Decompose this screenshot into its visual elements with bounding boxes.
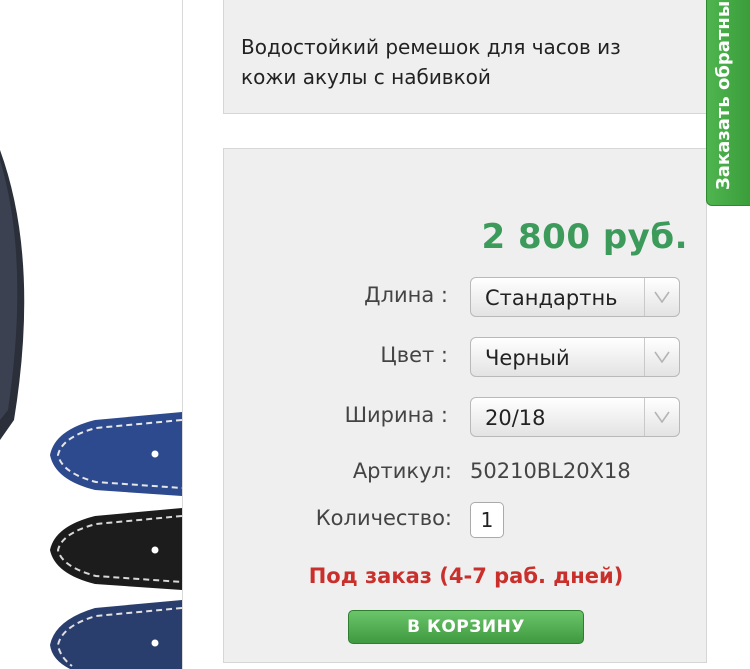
- width-select-value: 20/18: [485, 406, 546, 430]
- product-price: 2 800 руб.: [481, 217, 688, 257]
- length-select-value: Стандартнь: [485, 286, 618, 310]
- callback-request-tab[interactable]: Заказать обратный звонок: [706, 0, 750, 206]
- chevron-down-icon[interactable]: [644, 338, 679, 376]
- quantity-input[interactable]: 1: [470, 502, 504, 538]
- length-label: Длина :: [364, 283, 448, 307]
- strap-illustration: [0, 150, 182, 669]
- callback-tab-label: Заказать обратный звонок: [713, 0, 734, 190]
- strap-navy: [50, 600, 182, 669]
- chevron-down-icon[interactable]: [644, 398, 679, 436]
- order-panel: 2 800 руб. Длина : Стандартнь Цвет : Чер…: [223, 148, 707, 663]
- product-image[interactable]: [0, 0, 183, 669]
- color-select-value: Черный: [485, 346, 570, 370]
- length-select[interactable]: Стандартнь: [470, 277, 680, 317]
- color-label: Цвет :: [380, 343, 448, 367]
- width-label: Ширина :: [344, 403, 448, 427]
- quantity-label: Количество:: [315, 506, 452, 530]
- product-description-box: Водостойкий ремешок для часов из кожи ак…: [223, 0, 707, 114]
- product-description: Водостойкий ремешок для часов из кожи ак…: [241, 35, 621, 89]
- width-select[interactable]: 20/18: [470, 397, 680, 437]
- chevron-down-icon[interactable]: [644, 278, 679, 316]
- color-select[interactable]: Черный: [470, 337, 680, 377]
- add-to-cart-button[interactable]: В КОРЗИНУ: [348, 610, 584, 644]
- sku-label: Артикул:: [352, 459, 452, 483]
- sku-value: 50210BL20X18: [470, 459, 631, 483]
- stock-status: Под заказ (4-7 раб. дней): [308, 564, 624, 588]
